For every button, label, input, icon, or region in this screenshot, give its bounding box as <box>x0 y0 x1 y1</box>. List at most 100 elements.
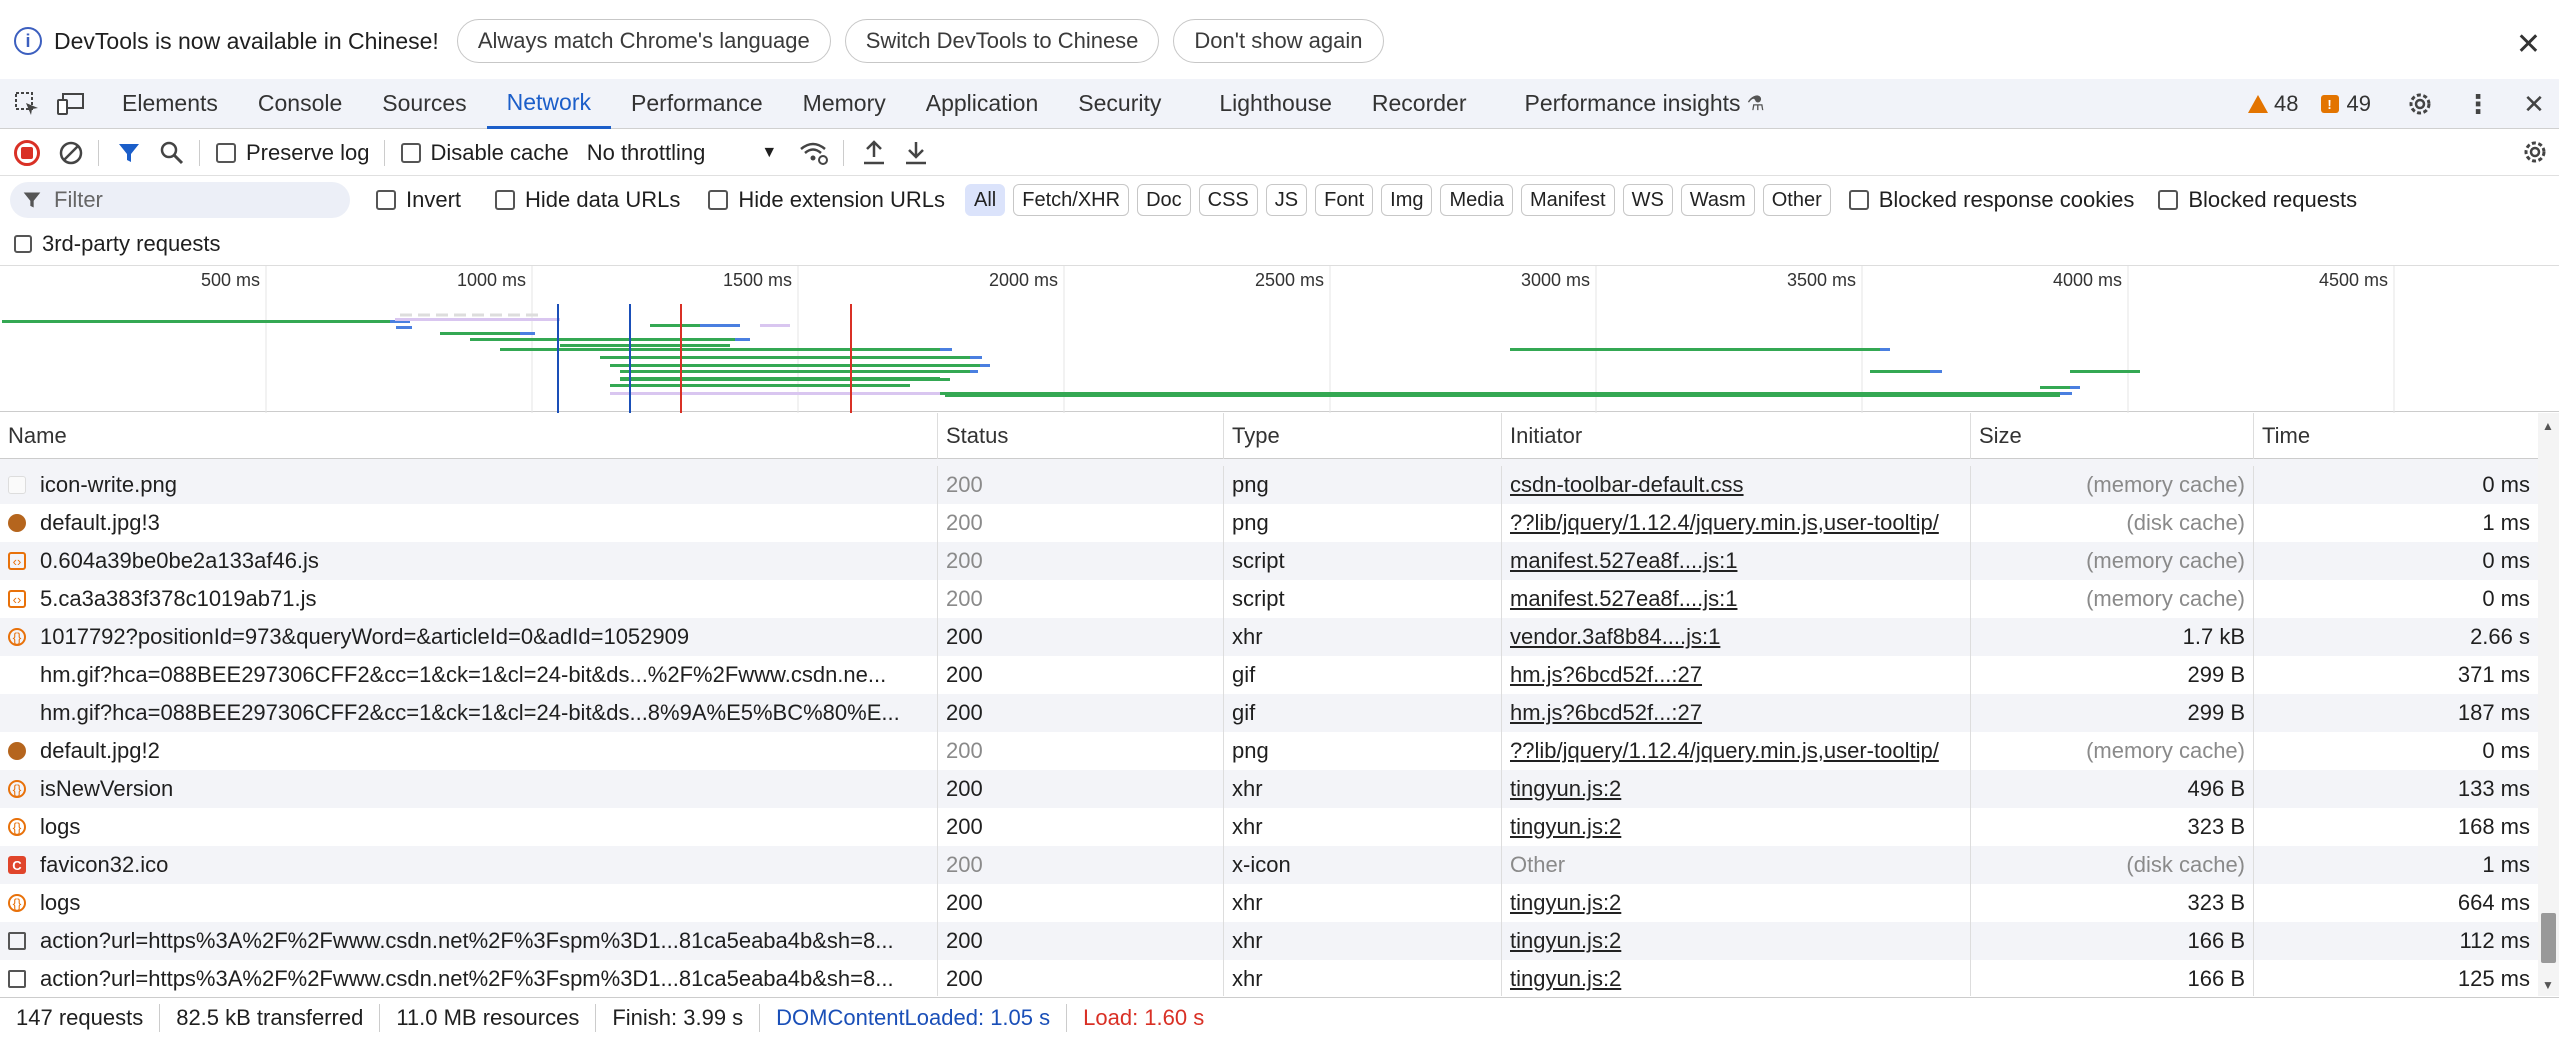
table-row[interactable]: default.jpg!3 200 png ??lib/jquery/1.12.… <box>0 504 2538 542</box>
record-button[interactable] <box>14 139 40 166</box>
warnings-badge[interactable]: 48 <box>2248 91 2299 117</box>
issues-badge[interactable]: ! 49 <box>2320 91 2371 117</box>
type-filter-other[interactable]: Other <box>1762 184 1831 216</box>
request-name-cell[interactable]: {} logs <box>0 808 938 846</box>
type-filter-doc[interactable]: Doc <box>1137 184 1191 216</box>
column-header-time[interactable]: Time <box>2254 413 2538 459</box>
type-filter-wasm[interactable]: Wasm <box>1680 184 1755 216</box>
disable-cache-checkbox[interactable]: Disable cache <box>400 140 569 166</box>
initiator-cell[interactable]: tingyun.js:2 <box>1502 960 1971 996</box>
initiator-cell[interactable]: tingyun.js:2 <box>1502 884 1971 922</box>
always-match-language-button[interactable]: Always match Chrome's language <box>456 19 831 63</box>
initiator-link[interactable]: manifest.527ea8f....js:1 <box>1510 548 1737 574</box>
request-name-cell[interactable]: hm.gif?hca=088BEE297306CFF2&cc=1&ck=1&cl… <box>0 656 938 694</box>
table-row[interactable]: C favicon32.ico 200 x-icon Other (disk c… <box>0 846 2538 884</box>
column-header-size[interactable]: Size <box>1971 413 2254 459</box>
export-har-button[interactable] <box>904 140 928 166</box>
search-button[interactable] <box>159 140 185 166</box>
initiator-link[interactable]: ??lib/jquery/1.12.4/jquery.min.js,user-t… <box>1510 510 1939 536</box>
inspect-element-icon[interactable] <box>10 87 44 121</box>
request-name-cell[interactable]: ‹› 0.604a39be0be2a133af46.js <box>0 542 938 580</box>
close-devtools-icon[interactable]: ✕ <box>2517 87 2551 121</box>
network-settings-button[interactable] <box>2521 138 2549 172</box>
initiator-link[interactable]: tingyun.js:2 <box>1510 966 1621 992</box>
blocked-response-cookies-check[interactable] <box>1848 190 1869 210</box>
initiator-cell[interactable]: vendor.3af8b84....js:1 <box>1502 618 1971 656</box>
invert-check[interactable] <box>376 190 396 210</box>
initiator-link[interactable]: manifest.527ea8f....js:1 <box>1510 586 1737 612</box>
type-filter-font[interactable]: Font <box>1315 184 1374 216</box>
hide-data-urls-check[interactable] <box>495 190 516 210</box>
type-filter-js[interactable]: JS <box>1265 184 1308 216</box>
scrollbar-thumb[interactable] <box>2541 913 2556 963</box>
table-row[interactable]: hm.gif?hca=088BEE297306CFF2&cc=1&ck=1&cl… <box>0 656 2538 694</box>
blocked-response-cookies-checkbox[interactable]: Blocked response cookies <box>1848 187 2134 213</box>
table-row[interactable]: action?url=https%3A%2F%2Fwww.csdn.net%2F… <box>0 922 2538 960</box>
table-row[interactable]: ‹› 5.ca3a383f378c1019ab71.js 200 script … <box>0 580 2538 618</box>
request-name-cell[interactable]: {} isNewVersion <box>0 770 938 808</box>
tab-memory[interactable]: Memory <box>783 79 906 129</box>
initiator-cell[interactable]: tingyun.js:2 <box>1502 922 1971 960</box>
initiator-cell[interactable]: ??lib/jquery/1.12.4/jquery.min.js,user-t… <box>1502 504 1971 542</box>
table-row[interactable]: {} 1017792?positionId=973&queryWord=&art… <box>0 618 2538 656</box>
request-name-cell[interactable]: default.jpg!2 <box>0 732 938 770</box>
network-overview-timeline[interactable]: 500 ms 1000 ms 1500 ms 2000 ms 2500 ms 3000 m… <box>0 265 2559 413</box>
initiator-link[interactable]: tingyun.js:2 <box>1510 776 1621 802</box>
type-filter-fetch-xhr[interactable]: Fetch/XHR <box>1013 184 1130 216</box>
initiator-cell[interactable]: csdn-toolbar-default.css <box>1502 466 1971 504</box>
table-row[interactable]: default.jpg!2 200 png ??lib/jquery/1.12.… <box>0 732 2538 770</box>
preserve-log-check[interactable] <box>216 142 236 163</box>
request-name-cell[interactable]: C favicon32.ico <box>0 846 938 884</box>
table-row[interactable]: hm.gif?hca=088BEE297306CFF2&cc=1&ck=1&cl… <box>0 694 2538 732</box>
initiator-link[interactable]: tingyun.js:2 <box>1510 814 1621 840</box>
blocked-requests-check[interactable] <box>2158 190 2179 210</box>
initiator-link[interactable]: tingyun.js:2 <box>1510 928 1621 954</box>
table-row[interactable]: {} logs 200 xhr tingyun.js:2 323 B 664 m… <box>0 884 2538 922</box>
settings-gear-icon[interactable] <box>2403 87 2437 121</box>
tab-performance-insights[interactable]: Performance insights <box>1505 79 1761 129</box>
tab-network[interactable]: Network <box>486 79 611 129</box>
type-filter-manifest[interactable]: Manifest <box>1520 184 1615 216</box>
table-row[interactable]: icon-write.png 200 png csdn-toolbar-defa… <box>0 466 2538 504</box>
column-header-type[interactable]: Type <box>1224 413 1502 459</box>
column-header-initiator[interactable]: Initiator <box>1502 413 1971 459</box>
hide-extension-urls-check[interactable] <box>708 190 729 210</box>
request-name-cell[interactable]: action?url=https%3A%2F%2Fwww.csdn.net%2F… <box>0 922 938 960</box>
initiator-link[interactable]: ??lib/jquery/1.12.4/jquery.min.js,user-t… <box>1510 738 1939 764</box>
tab-security[interactable]: Security <box>1058 79 1181 129</box>
initiator-cell[interactable]: hm.js?6bcd52f...:27 <box>1502 694 1971 732</box>
tab-sources[interactable]: Sources <box>362 79 486 129</box>
hide-extension-urls-checkbox[interactable]: Hide extension URLs <box>708 187 945 213</box>
tab-elements[interactable]: Elements <box>102 79 238 129</box>
column-header-name[interactable]: Name <box>0 413 938 459</box>
initiator-link[interactable]: hm.js?6bcd52f...:27 <box>1510 662 1702 688</box>
table-row[interactable]: action?url=https%3A%2F%2Fwww.csdn.net%2F… <box>0 960 2538 996</box>
type-filter-img[interactable]: Img <box>1381 184 1433 216</box>
initiator-cell[interactable]: tingyun.js:2 <box>1502 770 1971 808</box>
filter-input[interactable]: Filter <box>10 182 350 218</box>
request-name-cell[interactable]: {} 1017792?positionId=973&queryWord=&art… <box>0 618 938 656</box>
type-filter-media[interactable]: Media <box>1440 184 1513 216</box>
switch-to-chinese-button[interactable]: Switch DevTools to Chinese <box>844 19 1160 63</box>
tab-recorder[interactable]: Recorder <box>1352 79 1487 129</box>
filter-toggle-button[interactable] <box>117 141 141 165</box>
invert-checkbox[interactable]: Invert <box>376 187 461 213</box>
device-toolbar-icon[interactable] <box>54 87 88 121</box>
scroll-down-icon[interactable]: ▼ <box>2542 978 2554 992</box>
table-row[interactable]: {} isNewVersion 200 xhr tingyun.js:2 496… <box>0 770 2538 808</box>
clear-button[interactable] <box>58 140 84 166</box>
scroll-up-icon[interactable]: ▲ <box>2542 419 2554 433</box>
request-name-cell[interactable]: default.jpg!3 <box>0 504 938 542</box>
request-name-cell[interactable]: ‹› 5.ca3a383f378c1019ab71.js <box>0 580 938 618</box>
tab-application[interactable]: Application <box>906 79 1059 129</box>
initiator-link[interactable]: hm.js?6bcd52f...:27 <box>1510 700 1702 726</box>
initiator-link[interactable]: tingyun.js:2 <box>1510 890 1621 916</box>
request-name-cell[interactable]: action?url=https%3A%2F%2Fwww.csdn.net%2F… <box>0 960 938 996</box>
initiator-cell[interactable]: ??lib/jquery/1.12.4/jquery.min.js,user-t… <box>1502 732 1971 770</box>
table-row[interactable]: {} logs 200 xhr tingyun.js:2 323 B 168 m… <box>0 808 2538 846</box>
throttling-select[interactable]: No throttling ▼ <box>587 140 777 166</box>
type-filter-all[interactable]: All <box>965 184 1006 216</box>
table-row[interactable]: ‹› 0.604a39be0be2a133af46.js 200 script … <box>0 542 2538 580</box>
network-conditions-button[interactable] <box>799 140 829 166</box>
initiator-cell[interactable]: tingyun.js:2 <box>1502 808 1971 846</box>
